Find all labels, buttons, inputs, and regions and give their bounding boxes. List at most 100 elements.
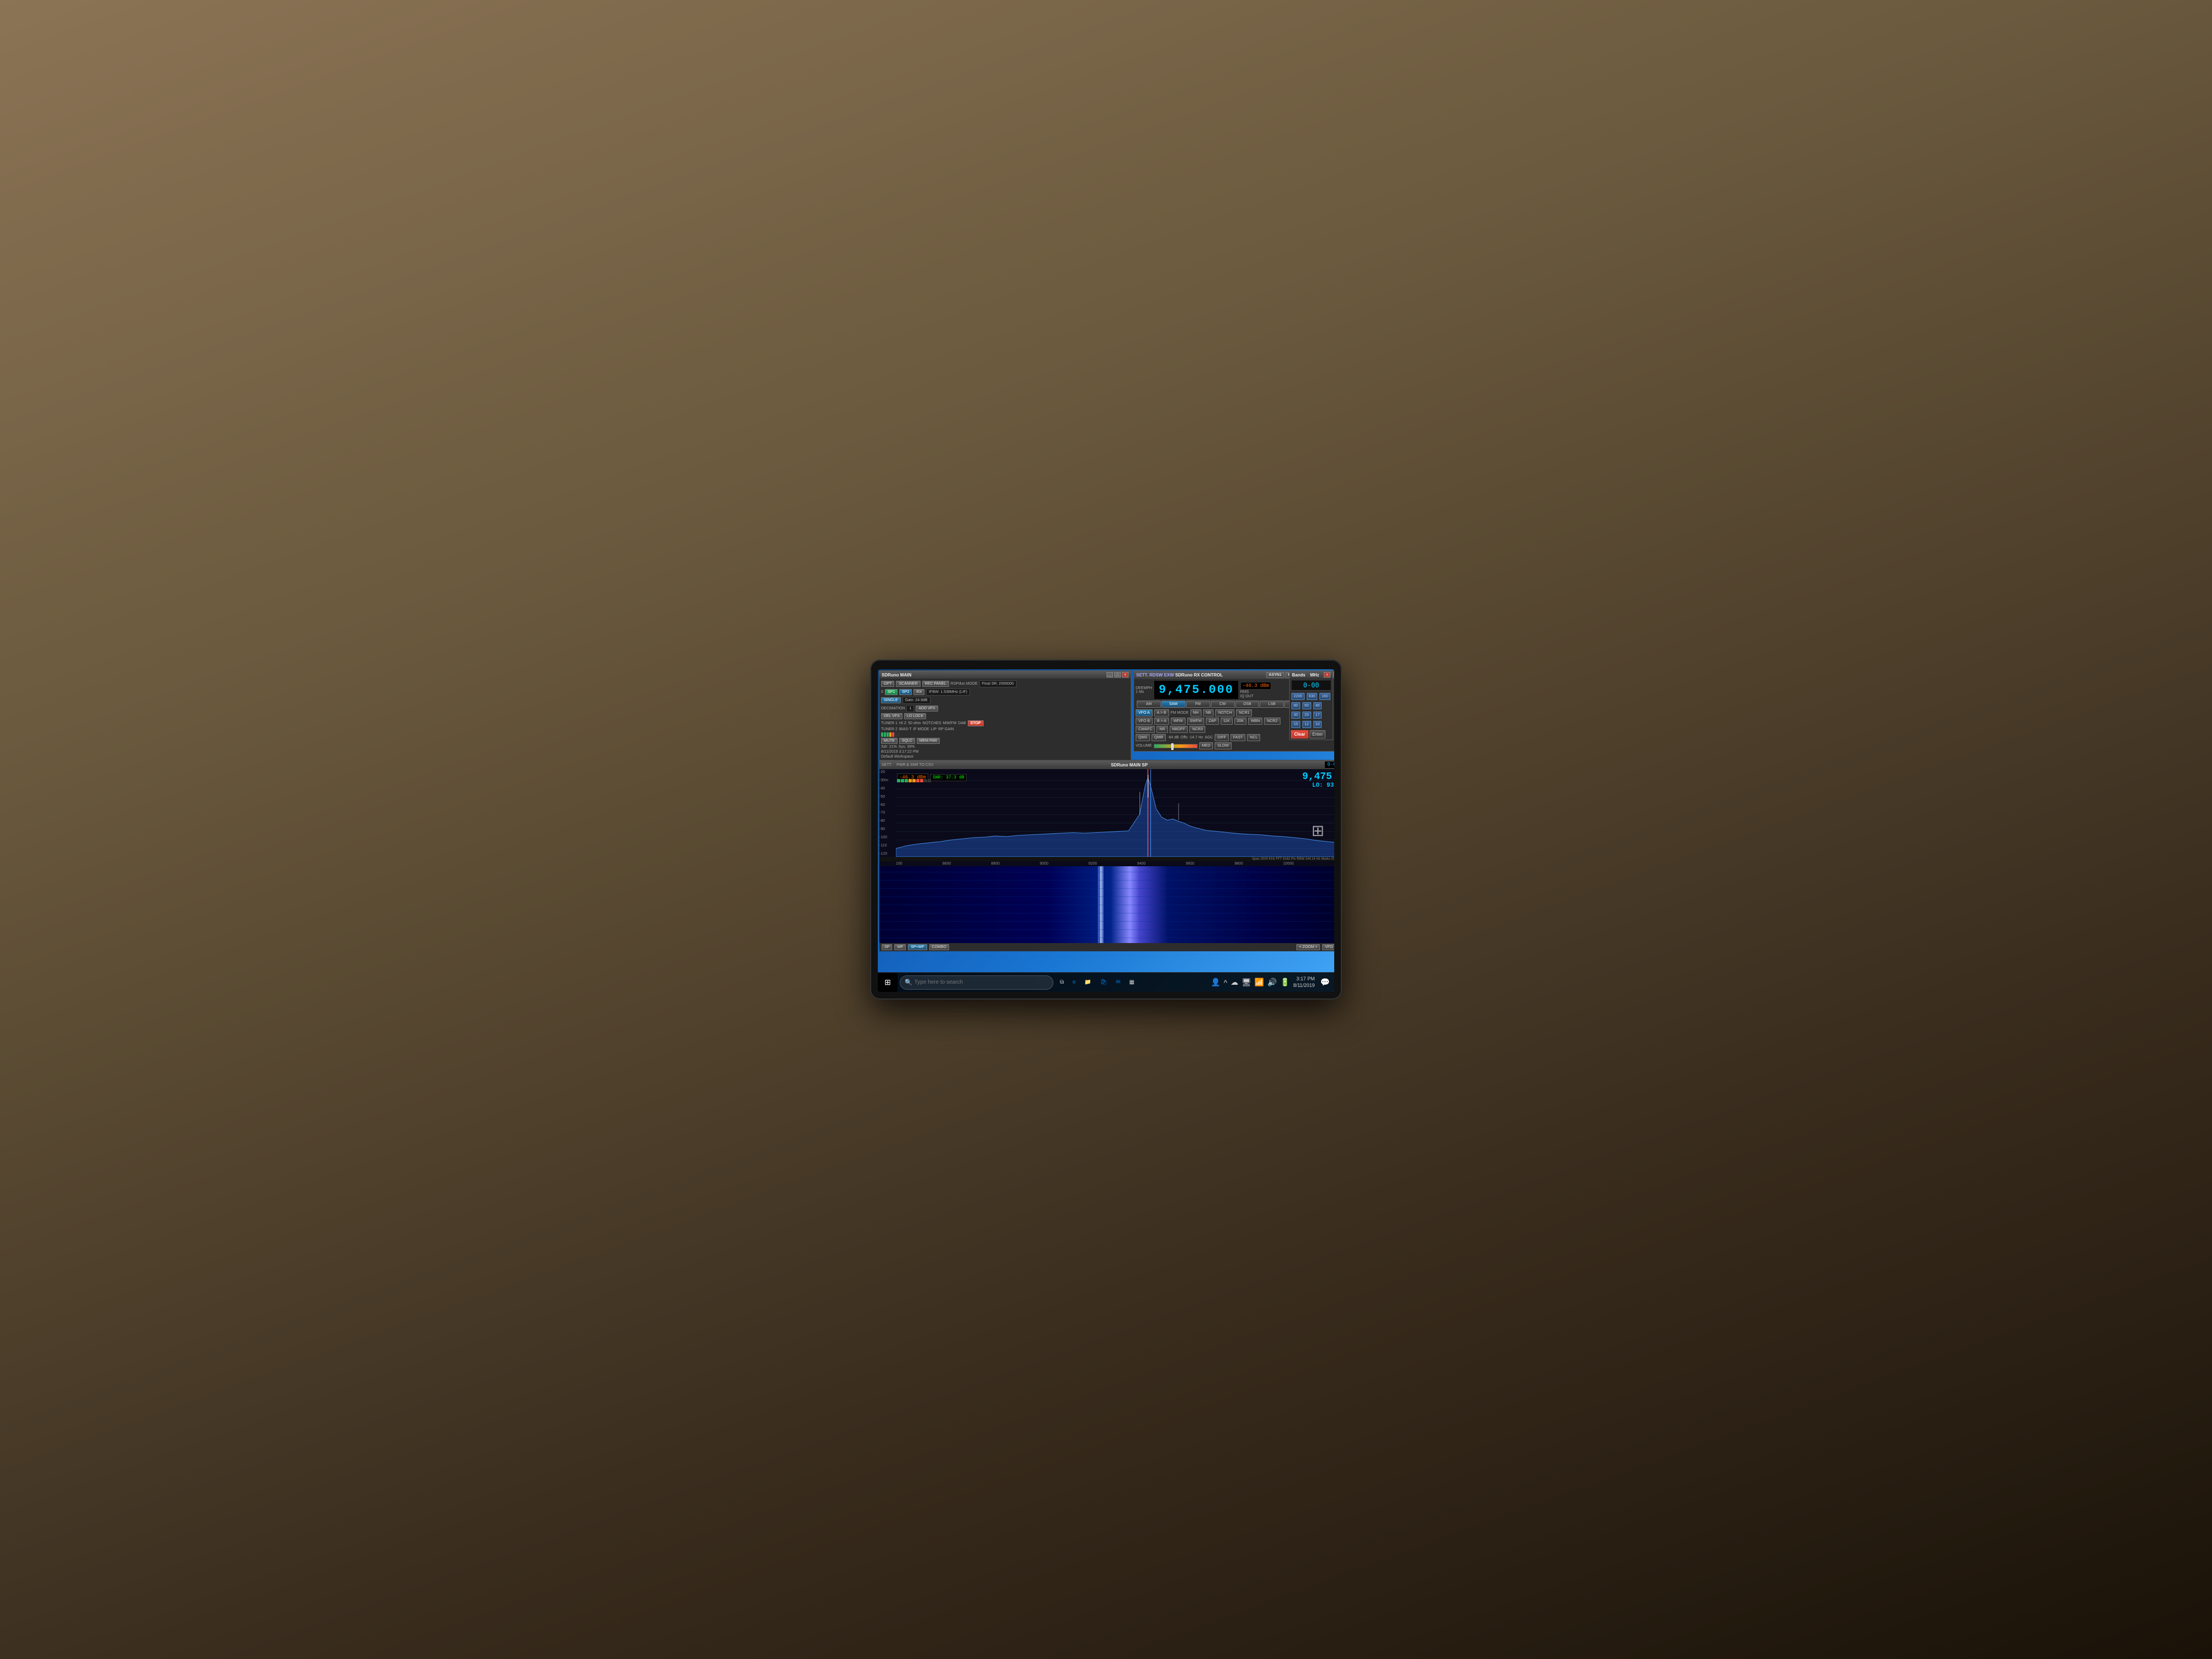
lip-label: LIP (931, 727, 937, 731)
rec-panel-button[interactable]: REC PANEL (922, 681, 949, 687)
qmr-btn[interactable]: QMR (1152, 734, 1166, 741)
mute-button[interactable]: MUTE (881, 738, 898, 744)
ncr3-btn[interactable]: NCR3 (1189, 726, 1205, 733)
band-panel-titlebar: Bands MHz × (1290, 671, 1333, 679)
nr-btn[interactable]: NR (1156, 726, 1167, 733)
sp1-button[interactable]: SP1 (885, 689, 898, 695)
main-frequency-display[interactable]: 9,475.000 (1154, 681, 1238, 699)
tuner1-label: TUNER 1 (881, 721, 898, 725)
mode-fm[interactable]: FM (1186, 701, 1210, 708)
zap-btn[interactable]: ZAP (1206, 718, 1219, 725)
rx-button[interactable]: RX (913, 689, 924, 695)
band-30[interactable]: 30 (1291, 712, 1300, 719)
11k-btn[interactable]: 11K (1221, 718, 1233, 725)
wbn-btn[interactable]: WBN (1248, 718, 1262, 725)
maximize-button[interactable]: □ (1114, 672, 1121, 678)
taskbar-clock[interactable]: 3:17 PM 8/11/2019 (1293, 976, 1317, 989)
wfm-btn[interactable]: WFM (1171, 718, 1186, 725)
mute-row: MUTE SQLC MEM PAR (881, 738, 1129, 744)
edge-icon: e (1073, 979, 1076, 985)
store-app[interactable]: 🛍 (1096, 973, 1111, 992)
band-12[interactable]: 12 (1302, 721, 1311, 728)
span-text: Span 2000 KHz FFT 8192 Pts RBW 244.14 Hz… (1252, 857, 1334, 861)
opt-button[interactable]: OPT (881, 681, 894, 687)
enter-button[interactable]: Enter (1310, 730, 1325, 738)
combo-btn[interactable]: COMBO (929, 944, 949, 950)
wf-btn[interactable]: WF (894, 944, 906, 950)
mode-sam[interactable]: SAM (1161, 701, 1186, 708)
band-row-4: 15 12 10 (1290, 720, 1333, 729)
mode-am[interactable]: AM (1137, 701, 1161, 708)
nh-btn[interactable]: NH (1190, 709, 1201, 716)
db-label-100: -100 (879, 836, 896, 839)
band-17[interactable]: 17 (1313, 712, 1322, 719)
ld-lock-button[interactable]: LO LOCK (904, 713, 926, 719)
ab-btn[interactable]: A > B (1154, 709, 1169, 716)
explorer-app[interactable]: 📁 (1080, 973, 1096, 992)
taskview2-app[interactable]: ▦ (1125, 973, 1138, 992)
band-40[interactable]: 40 (1313, 702, 1322, 709)
notification-icon[interactable]: 💬 (1321, 978, 1330, 987)
single-button[interactable]: SINGLE (881, 697, 901, 703)
band-close[interactable]: × (1324, 672, 1330, 678)
zoom-left[interactable]: < ZOOM > (1296, 944, 1320, 950)
swfm-btn[interactable]: SWFM (1187, 718, 1204, 725)
sp-wf-btn[interactable]: SP+WF (908, 944, 927, 950)
tuner2-label: TUNER 2 (881, 727, 898, 731)
db-meter-label: -84 dB (1167, 736, 1179, 740)
search-input[interactable] (915, 979, 1048, 985)
mem-par-button[interactable]: MEM PAR (917, 738, 940, 744)
nb-btn[interactable]: NB (1203, 709, 1214, 716)
close-button[interactable]: × (1122, 672, 1128, 678)
vfo-a-btn[interactable]: VFO A (1136, 709, 1153, 716)
mode-lsb[interactable]: LSB (1260, 701, 1284, 708)
spectrum-counter: 0-00 (1325, 761, 1334, 768)
ba-btn[interactable]: B > A (1154, 718, 1169, 725)
band-60[interactable]: 60 (1302, 702, 1311, 709)
sqlc-button[interactable]: SQLC (899, 738, 915, 744)
up-arrow-icon[interactable]: ^ (1224, 978, 1228, 987)
mail-app[interactable]: ✉ (1111, 973, 1125, 992)
band-2200[interactable]: 2200 (1291, 693, 1305, 700)
vfo-ctrl[interactable]: VFO (1322, 944, 1334, 950)
fast-btn[interactable]: FAST (1231, 734, 1246, 741)
sp-btn[interactable]: SP (882, 944, 892, 950)
edge-app[interactable]: e (1068, 973, 1080, 992)
ncr2-btn[interactable]: NCR2 (1264, 718, 1280, 725)
band-630[interactable]: 630 (1307, 693, 1318, 700)
taskbar-search-box[interactable]: 🔍 (900, 975, 1053, 990)
volume-icon[interactable]: 🔊 (1267, 978, 1277, 987)
vfo-b-btn[interactable]: VFO B (1136, 718, 1153, 725)
step-deemph: DEEMPH 1 Ms (1136, 686, 1152, 694)
del-vfx-button[interactable]: DEL VFX (881, 713, 902, 719)
band-20[interactable]: 20 (1302, 712, 1311, 719)
mode-cw[interactable]: CW (1211, 701, 1235, 708)
person-icon: 👤 (1211, 978, 1220, 987)
qms-btn[interactable]: QMS (1136, 734, 1150, 741)
ncr1-btn[interactable]: NCR1 (1236, 709, 1252, 716)
ncl-btn[interactable]: NCL (1247, 734, 1260, 741)
band-160[interactable]: 160 (1319, 693, 1330, 700)
sp2-button[interactable]: SP2 (899, 689, 912, 695)
notch-btn[interactable]: NOTCH (1215, 709, 1234, 716)
med-btn[interactable]: MED (1199, 742, 1214, 749)
cwafc-btn[interactable]: CWAFC (1136, 726, 1155, 733)
minimize-button[interactable]: _ (1107, 672, 1113, 678)
slow-btn[interactable]: SLOW (1215, 742, 1232, 749)
diff-btn[interactable]: DIFF (1215, 734, 1229, 741)
start-button[interactable]: ⊞ (878, 973, 898, 992)
mode-dsb[interactable]: DSB (1235, 701, 1260, 708)
20k-btn[interactable]: 20K (1234, 718, 1246, 725)
band-80[interactable]: 80 (1291, 702, 1300, 709)
band-10[interactable]: 10 (1313, 721, 1322, 728)
scanner-button[interactable]: SCANNER (896, 681, 920, 687)
nboff-btn[interactable]: NBOFF (1170, 726, 1188, 733)
band-15[interactable]: 15 (1291, 721, 1300, 728)
add-vfx-button[interactable]: ADD VFX (916, 706, 938, 712)
volume-slider[interactable] (1154, 744, 1198, 748)
stop-button[interactable]: STOP (968, 720, 984, 726)
sdr-windows-container: SDRuno MAIN _ □ × OPT SCANNER REC PANEL … (878, 669, 1334, 972)
clear-button[interactable]: Clear (1291, 730, 1308, 738)
asyn1-label[interactable]: ASYN1 (1266, 672, 1284, 678)
taskview-btn[interactable]: ⧉ (1056, 973, 1068, 992)
